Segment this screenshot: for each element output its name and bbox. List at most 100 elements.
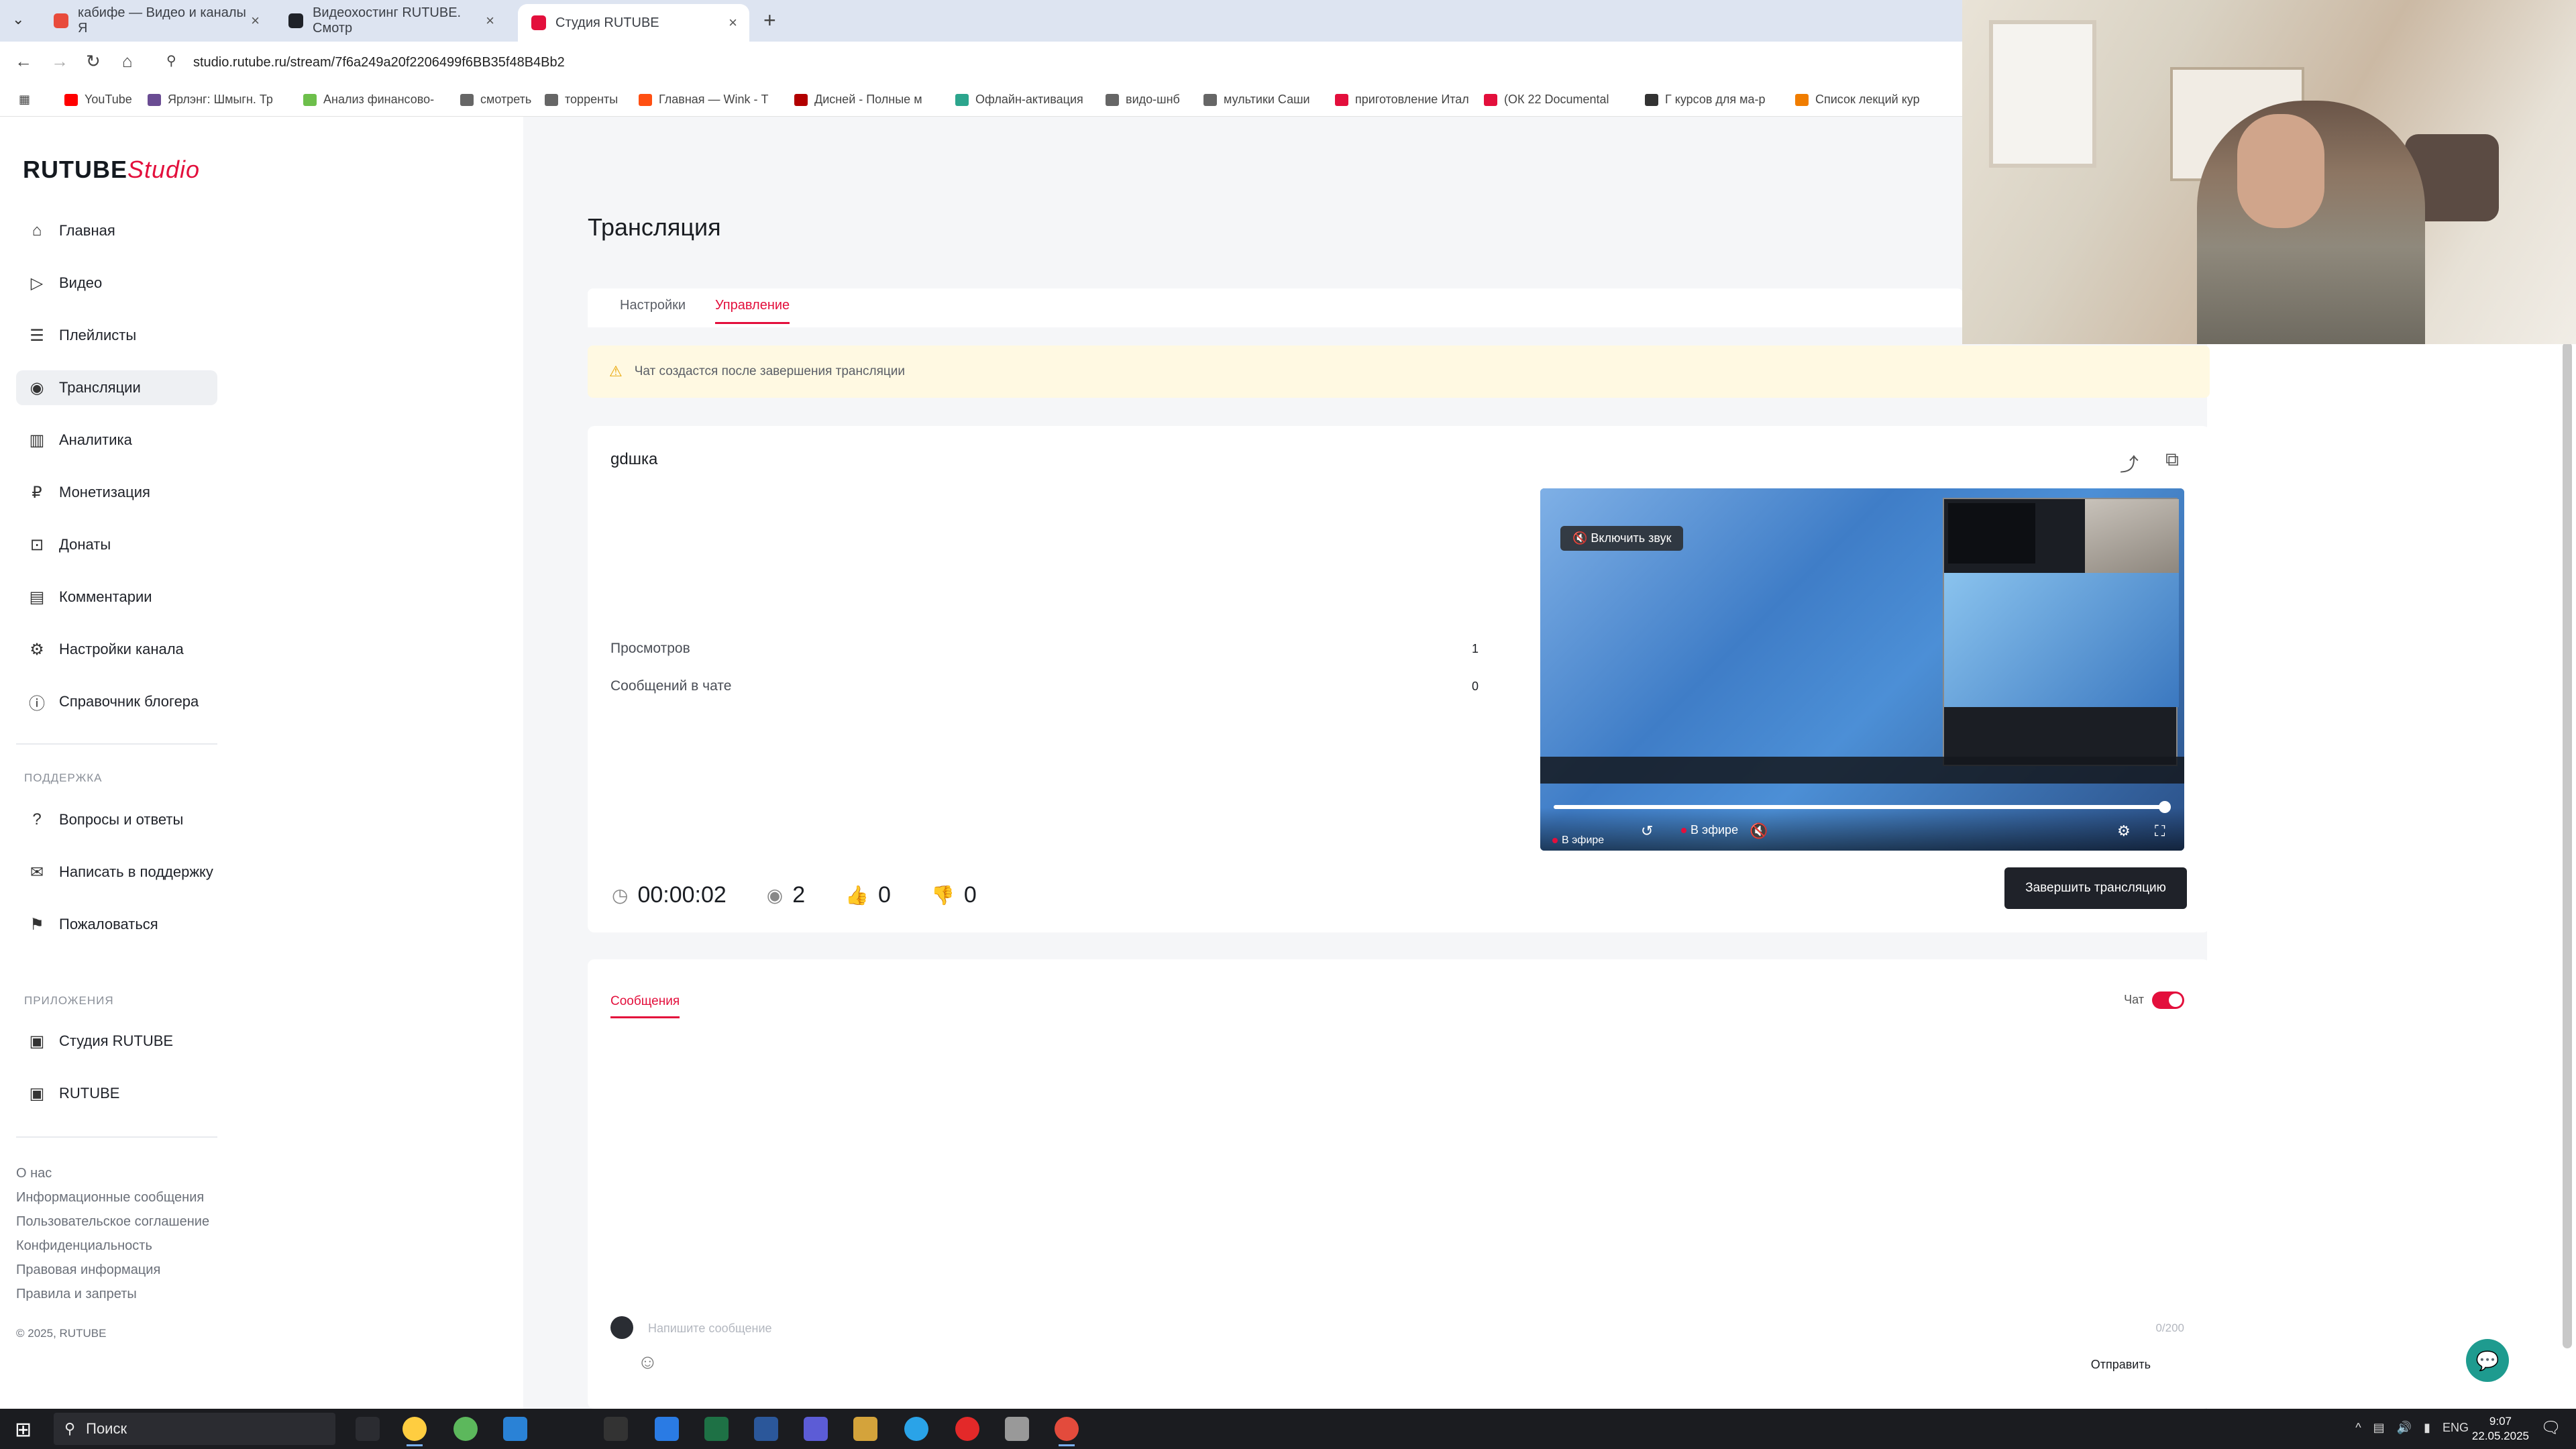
unmute-button[interactable]: 🔇 Включить звук — [1560, 526, 1684, 551]
lock-icon[interactable] — [853, 1417, 877, 1441]
bookmark-icon — [1795, 93, 1809, 106]
open-external-icon[interactable]: ⧉ — [2165, 449, 2179, 471]
bookmark-item[interactable]: YouTube — [64, 93, 132, 107]
mute-icon[interactable]: 🔇 — [1750, 822, 1768, 840]
new-tab-icon[interactable]: + — [763, 8, 776, 33]
forward-icon[interactable]: → — [51, 51, 68, 72]
bookmark-item[interactable]: Г курсов для ма-р — [1645, 93, 1766, 107]
sidebar-item-video[interactable]: ▷ Видео — [16, 266, 217, 301]
volume-icon[interactable]: 🔊 — [2397, 1421, 2412, 1435]
sidebar-item-home[interactable]: ⌂ Главная — [16, 213, 217, 248]
sidebar-item-flag[interactable]: ⚑ Пожаловаться — [16, 907, 217, 942]
browser-tab[interactable]: Видеохостинг RUTUBE. Смотр × — [275, 4, 506, 38]
footer-link[interactable]: Правила и запреты — [16, 1287, 137, 1302]
chat-toggle[interactable] — [2152, 991, 2184, 1009]
yandex-icon[interactable] — [955, 1417, 979, 1441]
player-settings-icon[interactable]: ⚙ — [2117, 822, 2131, 840]
battery-icon[interactable]: ▮ — [2424, 1421, 2430, 1435]
bookmark-item[interactable]: приготовление Итал — [1335, 93, 1469, 107]
browser-tab[interactable]: кабифе — Видео и каналы Я × — [40, 4, 272, 38]
app-icon[interactable] — [1005, 1417, 1029, 1441]
tab-close-icon[interactable]: × — [486, 12, 494, 30]
bookmark-item[interactable]: Дисней - Полные м — [794, 93, 922, 107]
sidebar-item-info[interactable]: ⓘ Справочник блогера — [16, 684, 217, 719]
tray-chevron-icon[interactable]: ^ — [2355, 1421, 2361, 1435]
reload-icon[interactable]: ↻ — [86, 51, 101, 72]
lang-indicator[interactable]: ENG — [2443, 1421, 2469, 1435]
tab-settings[interactable]: Настройки — [620, 298, 686, 313]
share-icon[interactable]: ⤴ — [2120, 450, 2139, 477]
emoji-icon[interactable]: ☺ — [637, 1351, 658, 1374]
player-progress-bar[interactable] — [1554, 801, 2171, 813]
sidebar-item-playlist[interactable]: ☰ Плейлисты — [16, 318, 217, 353]
sidebar-item-label: Аналитика — [59, 431, 132, 448]
video-player[interactable]: 🔇 Включить звук В эфире ↺ В эфире 🔇 ⚙ ⛶ — [1540, 488, 2184, 851]
chat-message-input[interactable]: Напишите сообщение — [648, 1322, 772, 1336]
sidebar-item-label: Справочник блогера — [59, 693, 199, 710]
app-icon[interactable] — [453, 1417, 478, 1441]
windows-start-icon[interactable]: ⊞ — [15, 1418, 32, 1442]
sidebar-item-rutube-app[interactable]: ▣ RUTUBE — [16, 1076, 217, 1111]
bookmark-item[interactable]: мультики Саши — [1203, 93, 1310, 107]
site-info-icon[interactable]: ⚲ — [166, 52, 176, 69]
app-icon[interactable] — [904, 1417, 928, 1441]
tab-list-chevron-icon[interactable]: ⌄ — [12, 11, 24, 28]
home-browser-icon[interactable]: ⌂ — [122, 51, 133, 72]
bookmark-item[interactable]: Главная — Wink - Т — [639, 93, 769, 107]
send-button[interactable]: Отправить — [2091, 1358, 2151, 1372]
footer-link[interactable]: Правовая информация — [16, 1263, 160, 1278]
bookmark-item[interactable]: (ОК 22 Documental — [1484, 93, 1609, 107]
app-icon[interactable] — [604, 1417, 628, 1441]
progress-knob[interactable] — [2158, 801, 2171, 813]
task-view-icon[interactable] — [356, 1417, 380, 1441]
steam-icon[interactable] — [503, 1417, 527, 1441]
sidebar-item-help[interactable]: ? Вопросы и ответы — [16, 802, 217, 837]
apps-grid-icon[interactable]: ▦ — [19, 93, 30, 107]
sidebar-item-mail[interactable]: ✉ Написать в поддержку — [16, 855, 217, 890]
bookmark-item[interactable]: Ярлэнг: Шмыгн. Тр — [148, 93, 273, 107]
tab-close-icon[interactable]: × — [729, 14, 737, 32]
sidebar-section-heading: ПОДДЕРЖКА — [24, 771, 103, 784]
end-stream-button[interactable]: Завершить трансляцию — [2004, 867, 2187, 909]
browser-tab-active[interactable]: Студия RUTUBE × — [518, 4, 749, 42]
taskbar-clock[interactable]: 9:07 22.05.2025 — [2472, 1414, 2529, 1444]
bookmark-icon — [1645, 93, 1658, 106]
chrome-icon[interactable] — [402, 1417, 427, 1446]
tab-messages[interactable]: Сообщения — [610, 994, 680, 1018]
mail-app-icon[interactable] — [655, 1417, 679, 1441]
sidebar-item-monetization[interactable]: ₽ Монетизация — [16, 475, 217, 510]
excel-icon[interactable] — [704, 1417, 729, 1441]
tab-close-icon[interactable]: × — [251, 12, 260, 30]
rewind-icon[interactable]: ↺ — [1641, 822, 1653, 840]
bookmark-item[interactable]: торренты — [545, 93, 618, 107]
taskbar-search[interactable]: ⚲ Поиск — [54, 1413, 335, 1445]
app-icon[interactable] — [804, 1417, 828, 1441]
sidebar-item-donate[interactable]: ⊡ Донаты — [16, 527, 217, 562]
stream-name: gdшка — [610, 450, 658, 468]
footer-link[interactable]: О нас — [16, 1166, 52, 1181]
network-icon[interactable]: ▤ — [2373, 1421, 2385, 1435]
footer-link[interactable]: Информационные сообщения — [16, 1190, 204, 1205]
page-scrollbar[interactable] — [2563, 342, 2572, 1348]
word-icon[interactable] — [754, 1417, 778, 1441]
bookmark-item[interactable]: смотреть — [460, 93, 531, 107]
support-chat-fab[interactable]: 💬 — [2466, 1339, 2509, 1382]
tab-management[interactable]: Управление — [715, 298, 790, 324]
sidebar-item-studio-app[interactable]: ▣ Студия RUTUBE — [16, 1024, 217, 1059]
bookmark-item[interactable]: Список лекций кур — [1795, 93, 1920, 107]
fullscreen-icon[interactable]: ⛶ — [2155, 822, 2165, 840]
bookmark-item[interactable]: Офлайн-активация — [955, 93, 1083, 107]
sidebar-item-analytics[interactable]: ▥ Аналитика — [16, 423, 217, 458]
notification-icon[interactable]: 🗨 — [2541, 1418, 2561, 1438]
sidebar-item-settings[interactable]: ⚙ Настройки канала — [16, 632, 217, 667]
back-icon[interactable]: ← — [15, 51, 32, 72]
sidebar-item-broadcast[interactable]: ◉ Трансляции — [16, 370, 217, 405]
footer-link[interactable]: Конфиденциальность — [16, 1238, 152, 1254]
address-bar[interactable]: studio.rutube.ru/stream/7f6a249a20f22064… — [193, 55, 565, 70]
rutube-studio-logo[interactable]: RUTUBEStudio — [23, 156, 200, 184]
footer-link[interactable]: Пользовательское соглашение — [16, 1214, 209, 1230]
sidebar-item-comments[interactable]: ▤ Комментарии — [16, 580, 217, 614]
obs-icon[interactable] — [1055, 1417, 1079, 1446]
bookmark-item[interactable]: Анализ финансово- — [303, 93, 434, 107]
bookmark-item[interactable]: видо-шнб — [1106, 93, 1180, 107]
